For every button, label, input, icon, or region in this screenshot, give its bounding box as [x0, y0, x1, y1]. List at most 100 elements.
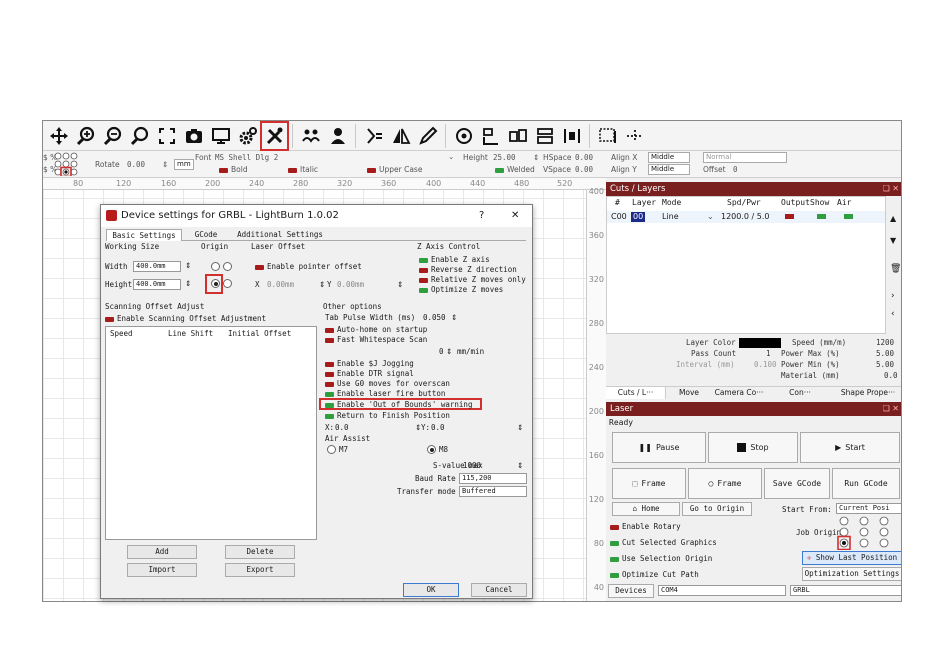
start-from-select[interactable]: Current Posi [836, 503, 901, 514]
laser-fire-toggle[interactable]: Enable laser fire button [337, 389, 445, 398]
tab-shape-properties[interactable]: Shape Prope··· [834, 387, 901, 399]
text-mode-select[interactable]: Normal [703, 152, 787, 163]
move-down-icon[interactable]: ▼ [890, 236, 896, 245]
offset-y-input[interactable]: 0.00mm [337, 280, 364, 289]
stepper-icon[interactable]: ⇕ [397, 280, 403, 289]
align-y-select[interactable]: Middle [648, 164, 690, 175]
settings-icon[interactable] [234, 122, 261, 150]
cut-selected-toggle[interactable]: Cut Selected Graphics [622, 538, 717, 547]
zoom-in-icon[interactable] [72, 122, 99, 150]
close-icon[interactable]: ❏ ✕ [883, 402, 899, 416]
transfer-mode-select[interactable]: Buffered [459, 486, 527, 497]
interval-value[interactable]: 0.100 [754, 360, 777, 369]
speed-value[interactable]: 1200 [876, 338, 894, 347]
use-selection-origin-toggle[interactable]: Use Selection Origin [622, 554, 712, 563]
tab-additional-settings[interactable]: Additional Settings [230, 229, 330, 240]
enable-pointer-offset-toggle[interactable]: Enable pointer offset [267, 262, 362, 271]
enable-rotary-toggle[interactable]: Enable Rotary [622, 522, 681, 531]
unit-button[interactable]: mm [174, 159, 194, 170]
tab-pulse-input[interactable]: 0.050 [423, 313, 446, 322]
stepper-icon[interactable]: ⇕ [185, 279, 191, 288]
show-toggle[interactable] [817, 214, 826, 219]
origin-top-right-radio[interactable] [223, 262, 232, 271]
table-row[interactable]: C00 00 Line ⌄ 1200.0 / 5.0 [607, 211, 885, 223]
auto-home-toggle[interactable]: Auto-home on startup [337, 325, 427, 334]
stepper-icon[interactable]: ⇕ [517, 423, 523, 432]
stepper-icon[interactable]: ⇕ [162, 160, 168, 169]
move-icon[interactable] [45, 122, 72, 150]
close-icon[interactable]: ❏ ✕ [883, 182, 899, 196]
layer-mode[interactable]: Line [662, 211, 679, 223]
optimization-settings-button[interactable]: Optimization Settings [802, 567, 901, 581]
jog-toggle[interactable]: Enable $J Jogging [337, 359, 414, 368]
upper-case-toggle[interactable]: Upper Case [379, 165, 422, 174]
return-finish-toggle[interactable]: Return to Finish Position [337, 411, 450, 420]
import-button[interactable]: Import [127, 563, 197, 577]
pass-count-value[interactable]: 1 [766, 349, 771, 358]
vspace-value[interactable]: 0.00 [575, 165, 593, 174]
return-y-input[interactable]: 0.0 [431, 423, 445, 432]
device-select[interactable]: GRBL [790, 585, 901, 596]
enable-scan-offset-toggle[interactable]: Enable Scanning Offset Adjustment [117, 314, 266, 323]
g0-overscan-toggle[interactable]: Use G0 moves for overscan [337, 379, 450, 388]
align-x-select[interactable]: Middle [648, 152, 690, 163]
stepper-icon[interactable]: ⇕ [451, 313, 457, 322]
fast-whitespace-input[interactable]: 0 [439, 347, 444, 356]
dash-icon[interactable] [621, 122, 648, 150]
origin-grid-icon[interactable] [53, 152, 85, 176]
show-last-position-button[interactable]: ✛ Show Last Position [802, 551, 901, 565]
start-button[interactable]: ▶ Start [800, 432, 900, 463]
camera-icon[interactable] [180, 122, 207, 150]
frame-circle-button[interactable]: ◯ Frame [688, 468, 762, 499]
layer-color-swatch[interactable] [739, 338, 781, 348]
add-button[interactable]: Add [127, 545, 197, 559]
stepper-icon[interactable]: ⇕ [446, 347, 452, 356]
zoom-fit-icon[interactable] [126, 122, 153, 150]
target-icon[interactable] [450, 122, 477, 150]
output-toggle[interactable] [785, 214, 794, 219]
height-value[interactable]: 25.00 [493, 153, 516, 162]
stepper-icon[interactable]: ⇕ [185, 261, 191, 270]
reverse-z-toggle[interactable]: Reverse Z direction [431, 265, 517, 274]
align-center-icon[interactable] [504, 122, 531, 150]
s-value-input[interactable]: 1000 [463, 461, 481, 470]
width-input[interactable]: 400.0mm [133, 261, 181, 272]
tab-move[interactable]: Move [670, 387, 708, 399]
height-input[interactable]: 400.0mm [133, 279, 181, 290]
monitor-icon[interactable] [207, 122, 234, 150]
relative-z-toggle[interactable]: Relative Z moves only [431, 275, 526, 284]
tab-camera[interactable]: Camera Co··· [710, 387, 768, 399]
align-right-icon[interactable] [531, 122, 558, 150]
air-m8-radio[interactable] [427, 445, 436, 454]
align-left-icon[interactable] [477, 122, 504, 150]
home-button[interactable]: ⌂ Home [612, 502, 680, 516]
offset-value[interactable]: 0 [733, 165, 738, 174]
tab-basic-settings[interactable]: Basic Settings [106, 229, 182, 241]
power-min-value[interactable]: 5.00 [876, 360, 894, 369]
frame-rect-button[interactable]: ⬚ Frame [612, 468, 686, 499]
out-of-bounds-toggle[interactable]: Enable 'Out of Bounds' warning [337, 400, 472, 409]
pen-icon[interactable] [414, 122, 441, 150]
italic-toggle[interactable]: Italic [300, 165, 318, 174]
tab-cuts[interactable]: Cuts / L··· [606, 387, 666, 399]
users-icon[interactable] [297, 122, 324, 150]
dtr-toggle[interactable]: Enable DTR signal [337, 369, 414, 378]
devices-button[interactable]: Devices [608, 584, 654, 598]
optimize-z-toggle[interactable]: Optimize Z moves [431, 285, 503, 294]
delete-button[interactable]: Delete [225, 545, 295, 559]
save-gcode-button[interactable]: Save GCode [764, 468, 830, 499]
layer-color-chip[interactable]: 00 [631, 212, 646, 222]
cancel-button[interactable]: Cancel [471, 583, 527, 597]
material-value[interactable]: 0.0 [884, 371, 898, 380]
enable-z-toggle[interactable]: Enable Z axis [431, 255, 490, 264]
go-to-origin-button[interactable]: Go to Origin [682, 502, 752, 516]
air-toggle[interactable] [844, 214, 853, 219]
chevron-down-icon[interactable]: ⌄ [448, 152, 454, 161]
stepper-icon[interactable]: ⇕ [517, 461, 523, 470]
tab-gcode[interactable]: GCode [186, 229, 226, 240]
distribute-icon[interactable] [558, 122, 585, 150]
job-origin-grid-icon[interactable] [834, 516, 900, 550]
stop-button[interactable]: Stop [708, 432, 798, 463]
optimize-cut-path-toggle[interactable]: Optimize Cut Path [622, 570, 699, 579]
chevron-down-icon[interactable]: ⌄ [707, 211, 714, 223]
